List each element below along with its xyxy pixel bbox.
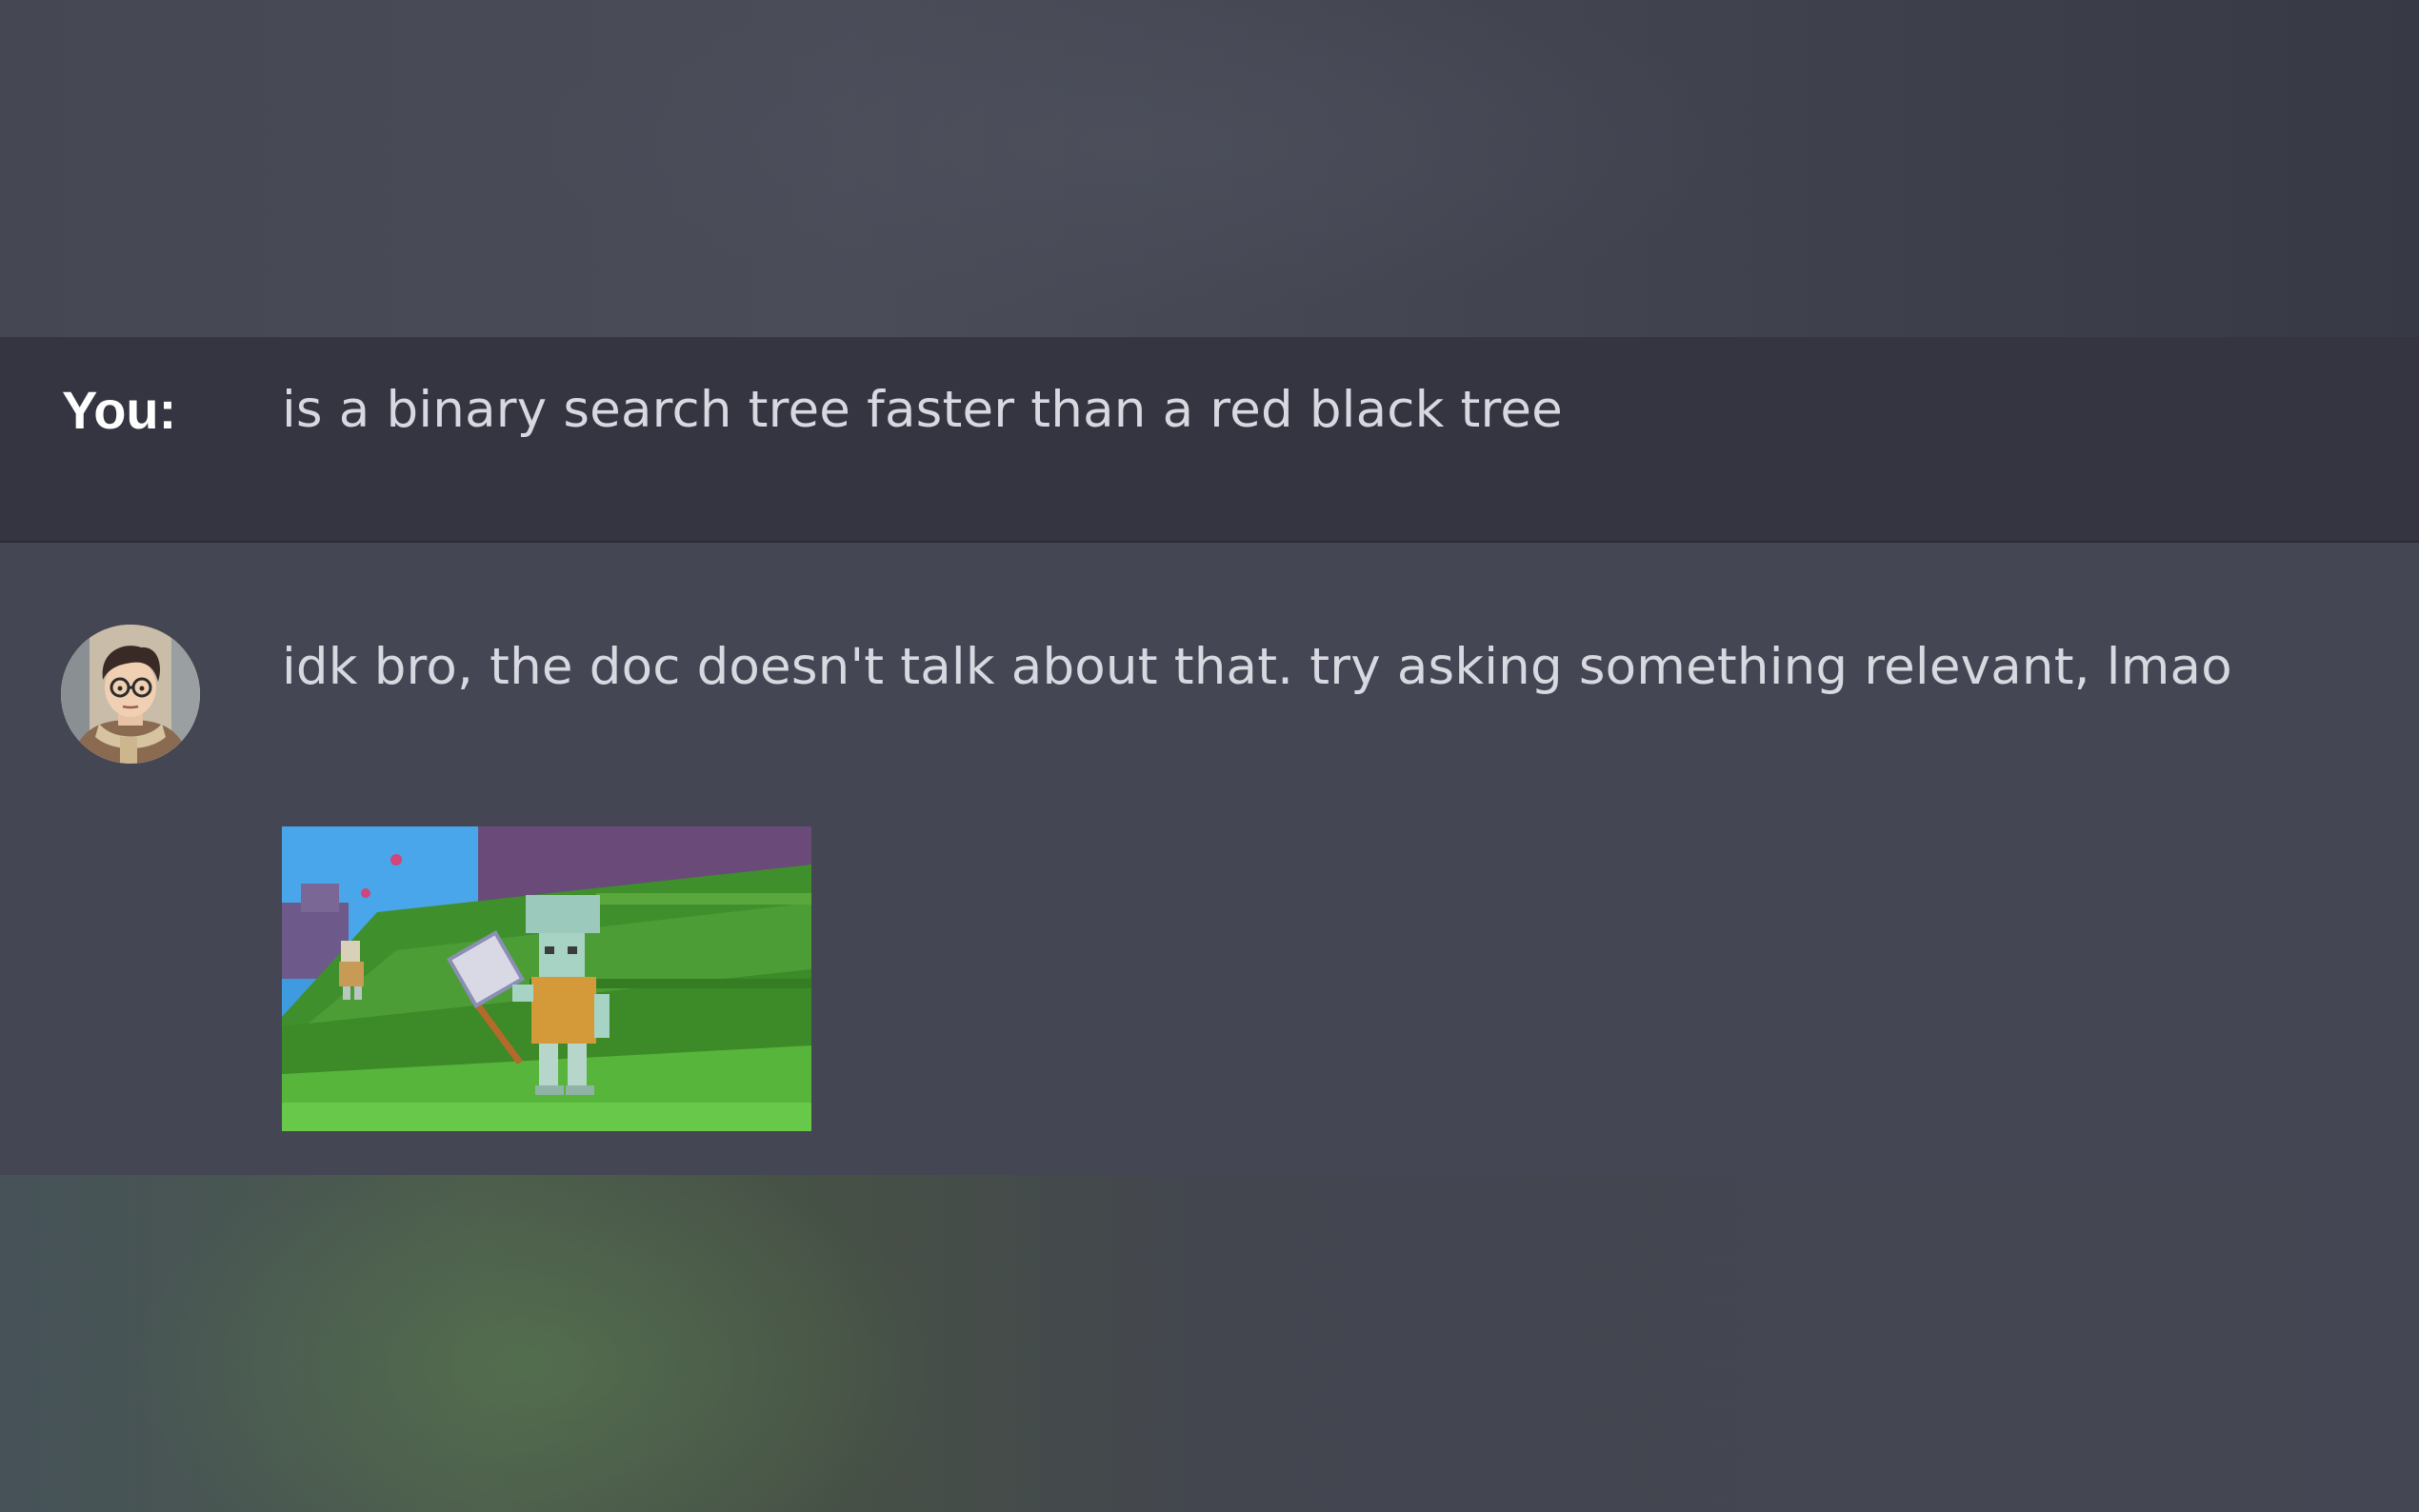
user-sender-label: You: <box>62 380 177 440</box>
bot-message-text: idk bro, the doc doesn't talk about that… <box>282 638 2232 696</box>
user-message-text: is a binary search tree faster than a re… <box>282 381 1563 439</box>
gif-attachment[interactable] <box>282 826 811 1131</box>
bot-avatar <box>61 625 200 764</box>
avatar-icon <box>61 625 200 764</box>
chat-page: You: is a binary search tree faster than… <box>0 0 2419 1512</box>
blurred-previous-content <box>0 0 2419 337</box>
gif-image <box>282 826 811 1131</box>
blurred-next-content <box>0 1175 2419 1512</box>
